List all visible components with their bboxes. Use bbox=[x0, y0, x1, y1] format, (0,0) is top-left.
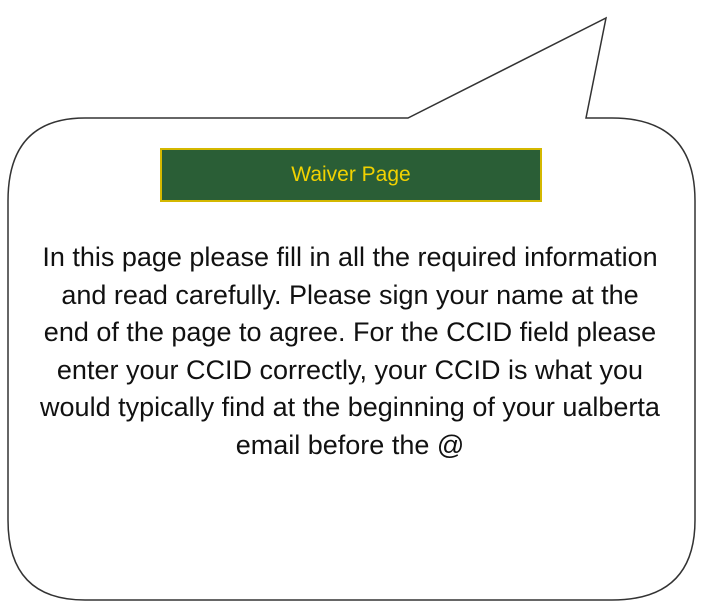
page-title-banner: Waiver Page bbox=[160, 148, 542, 202]
speech-bubble-panel: Waiver Page In this page please fill in … bbox=[0, 0, 711, 612]
page-title: Waiver Page bbox=[291, 163, 411, 186]
instructions-text: In this page please fill in all the requ… bbox=[40, 242, 660, 460]
